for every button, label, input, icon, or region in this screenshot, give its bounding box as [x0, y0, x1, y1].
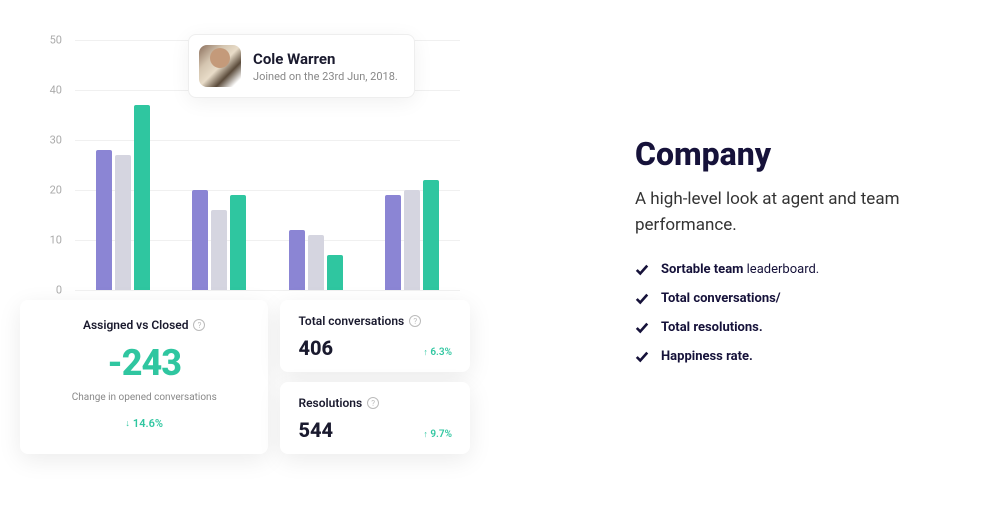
y-axis: 01020304050 [40, 40, 70, 290]
y-tick: 50 [50, 34, 62, 47]
bar[interactable] [289, 230, 305, 290]
section-description: A high-level look at agent and team perf… [635, 187, 975, 238]
stat-value: -243 [40, 342, 248, 384]
arrow-up-icon: ↑ [423, 430, 428, 440]
section-title: Company [635, 135, 975, 173]
stat-change: ↓ 14.6% [40, 417, 248, 430]
stat-label-text: Resolutions [298, 396, 362, 410]
feature-text: Sortable team leaderboard. [661, 262, 819, 277]
avatar [199, 45, 241, 87]
bar[interactable] [423, 180, 439, 290]
stat-label-text: Total conversations [298, 314, 404, 328]
feature-list: Sortable team leaderboard. Total conversa… [635, 262, 975, 364]
user-joined: Joined on the 23rd Jun, 2018. [253, 70, 398, 83]
stat-value: 406 [298, 336, 333, 360]
company-section: Company A high-level look at agent and t… [635, 135, 975, 378]
stat-row: 406 ↑ 6.3% [298, 336, 452, 360]
y-tick: 40 [50, 84, 62, 97]
stat-value: 544 [298, 418, 333, 442]
user-name: Cole Warren [253, 50, 398, 68]
chart-card: Cole Warren Joined on the 23rd Jun, 2018… [10, 10, 480, 330]
stat-label-text: Assigned vs Closed [83, 318, 189, 332]
stat-label: Total conversations ? [298, 314, 452, 328]
feature-item: Happiness rate. [635, 349, 975, 364]
bar-group [385, 180, 439, 290]
stat-change-value: 6.3% [430, 347, 452, 358]
stat-desc: Change in opened conversations [40, 392, 248, 403]
stat-label: Resolutions ? [298, 396, 452, 410]
stat-row: 544 ↑ 9.7% [298, 418, 452, 442]
stat-assigned-closed[interactable]: Assigned vs Closed ? -243 Change in open… [20, 300, 268, 454]
check-icon [635, 350, 649, 364]
stat-resolutions[interactable]: Resolutions ? 544 ↑ 9.7% [280, 382, 470, 454]
y-tick: 0 [56, 284, 62, 297]
stat-change-value: 9.7% [430, 429, 452, 440]
feature-text: Total conversations/ [661, 291, 781, 306]
bar-group [96, 105, 150, 290]
bar[interactable] [385, 195, 401, 290]
bar[interactable] [404, 190, 420, 290]
user-card[interactable]: Cole Warren Joined on the 23rd Jun, 2018… [188, 34, 415, 98]
bar[interactable] [96, 150, 112, 290]
small-stats-column: Total conversations ? 406 ↑ 6.3% Resolut… [280, 300, 470, 454]
bar[interactable] [192, 190, 208, 290]
bar[interactable] [230, 195, 246, 290]
bar[interactable] [327, 255, 343, 290]
bar-group [192, 190, 246, 290]
info-icon[interactable]: ? [409, 315, 421, 327]
analytics-panel: Cole Warren Joined on the 23rd Jun, 2018… [10, 10, 480, 454]
user-info: Cole Warren Joined on the 23rd Jun, 2018… [253, 50, 398, 83]
bar[interactable] [308, 235, 324, 290]
feature-item: Total resolutions. [635, 320, 975, 335]
feature-text: Total resolutions. [661, 320, 763, 335]
bar[interactable] [211, 210, 227, 290]
stat-change: ↑ 6.3% [423, 347, 452, 358]
feature-text: Happiness rate. [661, 349, 753, 364]
arrow-up-icon: ↑ [423, 348, 428, 358]
feature-item: Total conversations/ [635, 291, 975, 306]
stat-label: Assigned vs Closed ? [40, 318, 248, 332]
info-icon[interactable]: ? [367, 397, 379, 409]
info-icon[interactable]: ? [193, 319, 205, 331]
y-tick: 20 [50, 184, 62, 197]
arrow-down-icon: ↓ [125, 418, 130, 429]
stat-change: ↑ 9.7% [423, 429, 452, 440]
y-tick: 30 [50, 134, 62, 147]
feature-item: Sortable team leaderboard. [635, 262, 975, 277]
check-icon [635, 292, 649, 306]
bar[interactable] [115, 155, 131, 290]
grid-line [75, 290, 460, 291]
stats-row: Assigned vs Closed ? -243 Change in open… [10, 300, 480, 454]
stat-change-value: 14.6% [133, 417, 163, 430]
check-icon [635, 321, 649, 335]
y-tick: 10 [50, 234, 62, 247]
check-icon [635, 263, 649, 277]
stat-total-conversations[interactable]: Total conversations ? 406 ↑ 6.3% [280, 300, 470, 372]
bar-group [289, 230, 343, 290]
bar[interactable] [134, 105, 150, 290]
